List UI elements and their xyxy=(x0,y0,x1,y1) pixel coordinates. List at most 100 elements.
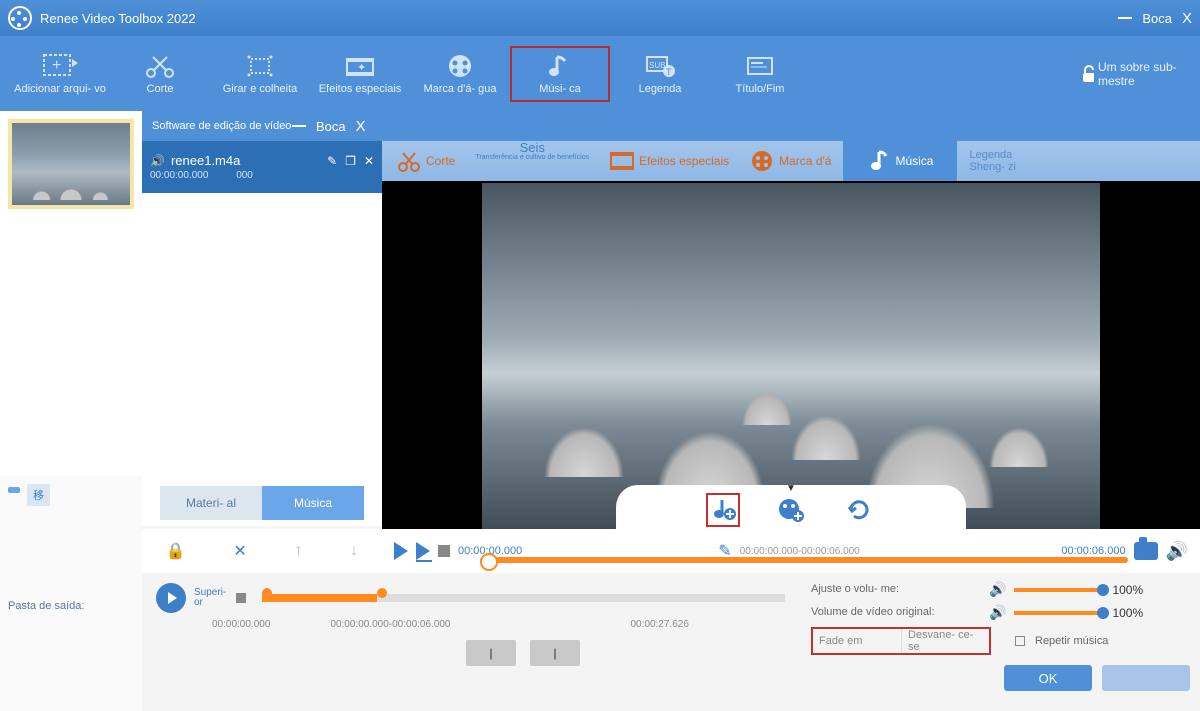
superior-label: Superi- or xyxy=(194,588,228,608)
preview-frame xyxy=(482,183,1100,529)
clip-controls-row: 🔒 ✕ ↑ ↓ xyxy=(142,529,382,573)
volume-original-slider[interactable] xyxy=(1014,611,1104,615)
volume-original-icon[interactable]: 🔊 xyxy=(989,604,1006,621)
sub-tool-effects[interactable]: Efeitos especiais xyxy=(601,141,737,181)
audio-time-b: 000 xyxy=(236,170,253,181)
sub-tool-six[interactable]: Seis Transferência e cultivo de benefíci… xyxy=(467,141,597,181)
editor-close[interactable]: X xyxy=(356,118,366,135)
fade-group: Fade em Desvane- ce-se xyxy=(811,627,991,655)
tool-effects[interactable]: ✦ Efeitos especiais xyxy=(310,48,410,100)
bottom-editor: Superi- or 00:00:00.000 00:00:00.000-00:… xyxy=(142,573,1200,711)
volume-original-label: Volume de vídeo original: xyxy=(811,606,981,618)
tool-cut[interactable]: Corte xyxy=(110,48,210,100)
fade-in-button[interactable]: Fade em xyxy=(813,629,901,653)
app-title: Renee Video Toolbox 2022 xyxy=(40,11,1118,26)
delete-icon[interactable]: ✕ xyxy=(233,541,246,561)
editor-title: Software de edição de vídeo xyxy=(152,120,292,132)
clip-list-panel: 移 Pasta de saída: xyxy=(0,111,142,711)
play-range-button[interactable] xyxy=(416,542,430,560)
output-folder-label: Pasta de saída: xyxy=(8,600,134,612)
svg-text:T: T xyxy=(666,67,672,77)
tool-subtitle[interactable]: SUBT Legenda xyxy=(610,48,710,100)
ok-button[interactable]: OK xyxy=(1004,665,1092,691)
add-music-note-button[interactable] xyxy=(706,493,740,527)
tool-music-label: Músi- ca xyxy=(539,83,581,95)
clip-play-button[interactable] xyxy=(156,583,186,613)
speaker-icon: 🔊 xyxy=(150,154,165,168)
audio-filename: renee1.m4a xyxy=(171,153,321,168)
superior-checkbox[interactable] xyxy=(236,593,246,603)
volume-adjust-value: 100% xyxy=(1112,583,1143,597)
main-toolbar: + Adicionar arqui- vo Corte Girar e colh… xyxy=(0,36,1200,111)
preview-overlay-controls: ▼ xyxy=(616,485,966,529)
left-footer: 移 Pasta de saída: xyxy=(0,476,142,711)
audio-item[interactable]: 🔊 renee1.m4a ✎ ❐ ✕ 00:00:00.000 000 xyxy=(142,141,382,193)
tool-watermark[interactable]: Marca d'á- gua xyxy=(410,48,510,100)
tool-add-file[interactable]: + Adicionar arqui- vo xyxy=(10,48,110,100)
screenshot-button[interactable] xyxy=(1134,542,1158,560)
tool-rotate-crop[interactable]: Girar e colheita xyxy=(210,48,310,100)
audio-time-a: 00:00:00.000 xyxy=(150,170,208,181)
chevron-down-icon[interactable]: ▼ xyxy=(786,483,796,494)
audio-list-panel: 🔊 renee1.m4a ✎ ❐ ✕ 00:00:00.000 000 Mate… xyxy=(142,141,382,526)
volume-adjust-icon[interactable]: 🔊 xyxy=(989,581,1006,598)
editor-minimize[interactable] xyxy=(292,125,306,127)
volume-icon[interactable]: 🔊 xyxy=(1166,541,1188,562)
close-button[interactable]: X xyxy=(1182,10,1192,27)
tool-effects-label: Efeitos especiais xyxy=(319,83,402,95)
lock-icon[interactable]: 🔒 xyxy=(166,541,186,561)
panel-tab-material[interactable]: Materi- al xyxy=(160,486,262,520)
stop-button[interactable] xyxy=(438,545,450,557)
editor-sub-toolbar: Corte Seis Transferência e cultivo de be… xyxy=(382,141,1200,181)
play-button[interactable] xyxy=(394,542,408,560)
svg-text:✦: ✦ xyxy=(357,62,366,74)
range-handle-end[interactable] xyxy=(377,588,387,598)
range-handle-start[interactable] xyxy=(262,588,272,598)
minimize-button[interactable] xyxy=(1118,17,1132,19)
fade-out-button[interactable]: Desvane- ce-se xyxy=(901,629,989,653)
clip-thumbnail[interactable] xyxy=(8,119,134,209)
remove-icon[interactable]: ✕ xyxy=(364,154,374,168)
user-label: Boca xyxy=(1142,11,1172,26)
repeat-checkbox[interactable] xyxy=(1015,636,1025,646)
tool-music[interactable]: Músi- ca xyxy=(510,46,610,102)
refresh-button[interactable] xyxy=(842,493,876,527)
sub-tool-watermark[interactable]: Marca d'á xyxy=(741,141,839,181)
sub-six-sub: Transferência e cultivo de benefícios xyxy=(475,154,589,161)
tool-add-label: Adicionar arqui- vo xyxy=(14,83,106,95)
volume-original-value: 100% xyxy=(1112,606,1143,620)
sub-cut-label: Corte xyxy=(426,154,455,168)
sub-tool-music[interactable]: Música xyxy=(843,141,957,181)
left-chip-2[interactable]: 移 xyxy=(27,484,50,506)
tool-title-end[interactable]: Título/Fim xyxy=(710,48,810,100)
svg-text:+: + xyxy=(52,57,61,74)
sub-tool-legend[interactable]: Legenda Sheng- zi xyxy=(961,141,1051,181)
seek-bar[interactable] xyxy=(480,557,1128,563)
edit-icon[interactable]: ✎ xyxy=(327,154,337,168)
move-up-icon[interactable]: ↑ xyxy=(294,542,302,560)
panel-tab-music[interactable]: Música xyxy=(262,486,364,520)
mark-in-button[interactable]: ❙ xyxy=(466,640,516,666)
clip-range-track[interactable] xyxy=(262,594,785,602)
svg-text:SUB: SUB xyxy=(649,61,665,70)
repeat-label: Repetir música xyxy=(1035,635,1108,647)
volume-adjust-label: Ajuste o volu- me: xyxy=(811,583,981,595)
tool-titleend-label: Título/Fim xyxy=(736,83,785,95)
sub-effects-label: Efeitos especiais xyxy=(639,154,729,168)
tool-rotate-label: Girar e colheita xyxy=(223,83,298,95)
video-preview: ▼ xyxy=(382,181,1200,529)
move-down-icon[interactable]: ↓ xyxy=(350,542,358,560)
volume-adjust-slider[interactable] xyxy=(1014,588,1104,592)
time-end: 00:00:06.000 xyxy=(1061,545,1125,557)
mark-out-button[interactable]: ❙ xyxy=(530,640,580,666)
add-watermark-button[interactable] xyxy=(774,493,808,527)
left-chip-1[interactable] xyxy=(8,487,20,493)
unlock-label: Um sobre sub- mestre xyxy=(1098,60,1190,88)
clip-t0: 00:00:00.000 xyxy=(212,619,270,630)
sub-tool-cut[interactable]: Corte xyxy=(388,141,463,181)
clip-tdur: 00:00:27.626 xyxy=(631,619,689,630)
unlock-link[interactable]: Um sobre sub- mestre xyxy=(1080,60,1190,88)
cancel-button[interactable] xyxy=(1102,665,1190,691)
duplicate-icon[interactable]: ❐ xyxy=(345,154,356,168)
app-icon xyxy=(8,6,32,30)
